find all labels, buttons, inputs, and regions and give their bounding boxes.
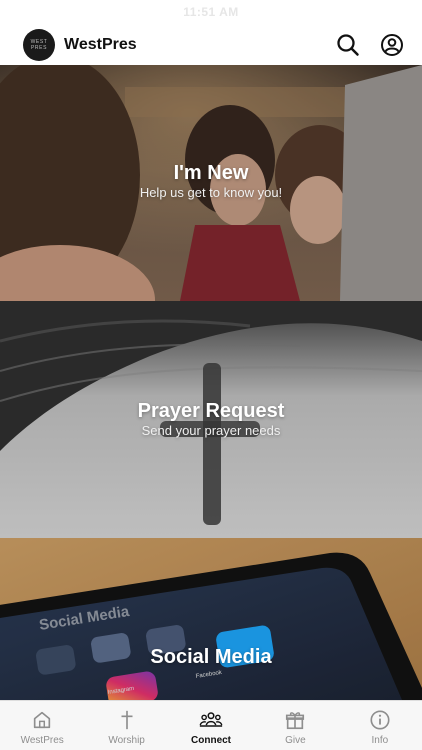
- search-button[interactable]: [335, 32, 361, 58]
- tab-info[interactable]: Info: [338, 701, 422, 750]
- tile-title: Social Media: [150, 646, 272, 668]
- app-title: WestPres: [64, 35, 137, 53]
- social-media-tile[interactable]: Social Media Instagram Facebook Social M…: [0, 538, 422, 700]
- phone-social-apps-photo: Social Media Instagram Facebook: [0, 538, 422, 700]
- header-actions: [317, 32, 405, 58]
- tab-westpres[interactable]: WestPres: [0, 701, 84, 750]
- tab-give[interactable]: Give: [253, 701, 337, 750]
- profile-button[interactable]: [379, 32, 405, 58]
- tile-subtitle: Send your prayer needs: [141, 423, 281, 438]
- connect-tiles: I'm New Help us get to know you! Prayer …: [0, 65, 422, 700]
- prayer-request-text: Prayer Request Send your prayer needs: [0, 399, 422, 439]
- tab-label: Info: [371, 735, 389, 746]
- tile-title: I'm New: [173, 162, 249, 184]
- church-logo[interactable]: WEST PRES: [23, 28, 55, 61]
- im-new-tile[interactable]: I'm New Help us get to know you!: [0, 65, 422, 301]
- search-icon: [337, 33, 359, 56]
- people-icon: [199, 708, 223, 732]
- im-new-text: I'm New Help us get to know you!: [0, 161, 422, 201]
- tile-title: Prayer Request: [137, 400, 285, 422]
- info-icon: [368, 708, 392, 732]
- gift-icon: [283, 708, 307, 732]
- tab-label: Connect: [191, 735, 232, 746]
- cross-icon: [115, 708, 139, 732]
- logo-text-line: PRES: [30, 44, 48, 51]
- tab-label: Worship: [108, 735, 145, 746]
- tab-bar: WestPres Worship Connect Give Info: [0, 700, 422, 750]
- profile-icon: [381, 33, 403, 56]
- social-media-text: Social Media: [0, 645, 422, 669]
- tab-label: WestPres: [20, 735, 64, 746]
- status-bar: 11:51 AM: [0, 0, 422, 24]
- tile-subtitle: Help us get to know you!: [139, 185, 283, 200]
- tab-connect[interactable]: Connect: [169, 701, 253, 750]
- prayer-request-tile[interactable]: Prayer Request Send your prayer needs: [0, 301, 422, 538]
- tab-label: Give: [285, 735, 306, 746]
- app-header: WEST PRES WestPres: [0, 24, 422, 65]
- tab-worship[interactable]: Worship: [84, 701, 168, 750]
- home-icon: [30, 708, 54, 732]
- status-time: 11:51 AM: [183, 5, 239, 19]
